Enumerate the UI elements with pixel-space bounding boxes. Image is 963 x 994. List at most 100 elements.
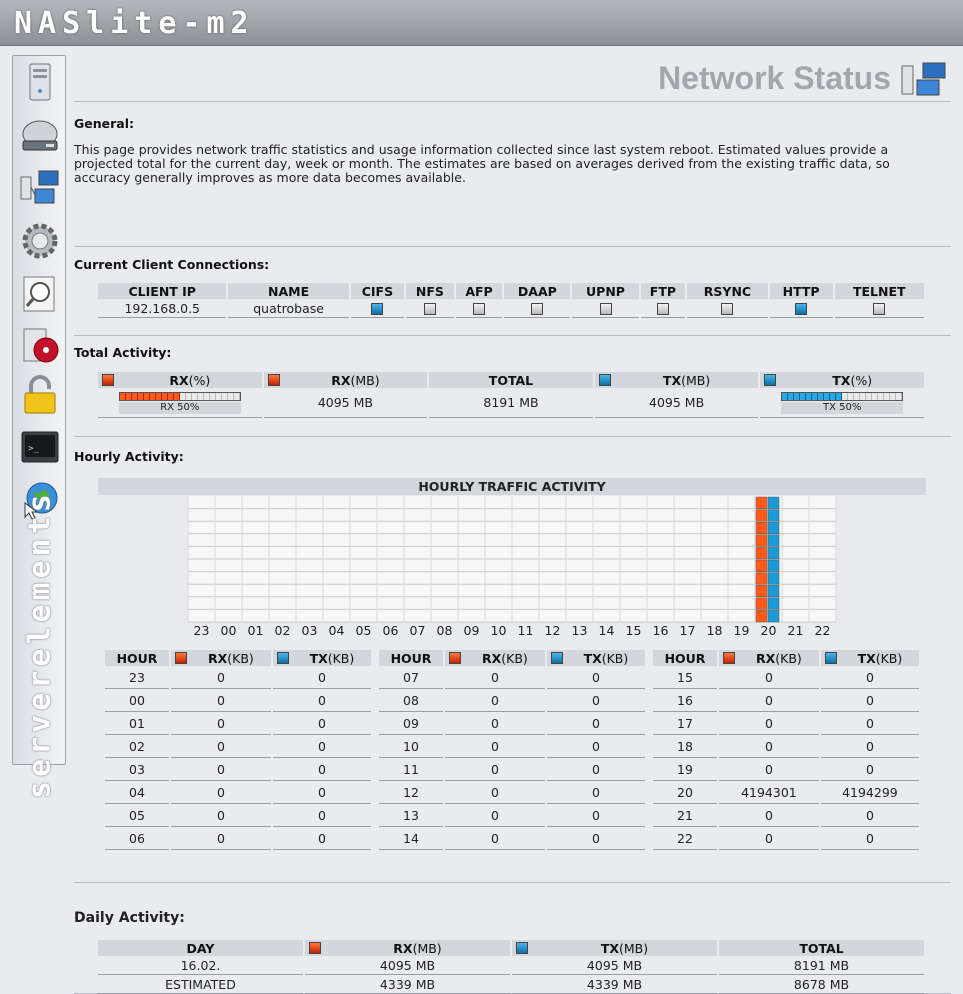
rx-cell: 0 [719,827,819,850]
tx-bar [767,521,780,535]
protocol-flag [687,299,768,318]
rx-percent-cell: RX 50% [98,388,262,418]
table-row: 05 0 0 [105,804,371,827]
padlock-icon [24,375,56,414]
total-cell: 8191 MB [719,956,924,976]
hour-cell: 21 [653,804,717,827]
table-row: 10 0 0 [379,735,645,758]
client-ip: 192.168.0.5 [98,299,227,318]
x-tick-label: 21 [788,623,804,636]
general-section: General: This page provides network traf… [74,102,951,247]
table-row: 21 0 0 [653,804,919,827]
table-row: 04 0 0 [105,781,371,804]
col-http: HTTP [769,283,833,299]
total-heading: Total Activity: [74,345,172,360]
server-icon [29,63,51,101]
rx-cell: 0 [171,781,271,804]
rx-cell: 4339 MB [305,975,510,994]
x-tick-label: 01 [248,623,264,636]
sidebar-item-security[interactable] [18,374,62,418]
sidebar-brand-text: serverelements [22,490,58,800]
col-nfs: NFS [406,283,454,299]
tx-bar [767,547,780,560]
protocol-flag [640,299,686,318]
network-computers-icon [20,170,59,204]
protocol-flag [350,299,405,318]
rx-cell: 0 [719,758,819,781]
x-tick-label: 00 [221,623,237,636]
x-tick-label: 10 [491,623,507,636]
rx-bar [755,572,768,585]
hourly-table: HOUR RX(KB) TX(KB) 23 0 0 00 0 0 01 0 0 02 0 0 03 0 0 04 0 0… [103,650,373,850]
rx-cell: 0 [171,827,271,850]
table-row: 12 0 0 [379,781,645,804]
header-rx-mb: RX(MB) [263,372,428,388]
tx-bar [767,584,780,598]
daily-activity-section: Daily Activity: DAY RX(MB) TX(MB) TOTAL … [74,883,951,994]
rx-cell: 0 [719,804,819,827]
tx-bar [767,559,780,572]
tx-legend-icon [598,373,611,386]
table-row: 22 0 0 [653,827,919,850]
status-indicator-icon [656,303,669,315]
tx-cell: 0 [820,712,919,735]
table-row: 07 0 0 [379,666,645,689]
hour-cell: 05 [105,804,169,827]
client-name: quatrobase [228,299,349,318]
rx-cell: 0 [719,689,819,712]
col-ftp: FTP [640,283,686,299]
total-cell: 8678 MB [719,975,924,994]
hour-cell: 06 [105,827,169,850]
header-hour: HOUR [653,650,717,666]
sidebar-item-install[interactable] [18,324,62,368]
table-row: 19 0 0 [653,758,919,781]
rx-cell: 0 [445,735,545,758]
sidebar-item-server[interactable] [18,60,62,104]
x-tick-label: 02 [275,623,291,636]
table-row: 17 0 0 [653,712,919,735]
table-row: 14 0 0 [379,827,645,850]
rx-cell: 0 [445,666,545,689]
sidebar-item-network[interactable] [18,166,62,210]
x-tick-label: 05 [356,623,372,636]
tx-bar [767,509,780,522]
sidebar-item-console[interactable]: >_ [18,426,62,470]
daily-heading: Daily Activity: [74,910,185,927]
tx-cell: 0 [820,735,919,758]
hourly-traffic-chart: 23 00 01 02 03 04 05 06 07 08 09 10 11 12 13 14 15 16 17 18… [187,496,837,636]
table-row: 192.168.0.5 quatrobase [98,299,924,318]
tx-cell: 4194299 [820,781,919,804]
x-tick-label: 15 [626,623,642,636]
network-computers-icon [901,62,946,96]
tx-percent-cell: TX 50% [760,388,924,418]
x-tick-label: 18 [707,623,723,636]
status-indicator-icon [423,303,436,315]
tx-cell: 0 [272,804,371,827]
connections-heading: Current Client Connections: [74,257,270,272]
sidebar-item-settings[interactable] [18,219,62,263]
hour-cell: 14 [379,827,443,850]
sidebar-item-disks[interactable] [18,114,62,158]
app-logo[interactable]: NASlite-m2 [14,6,255,41]
col-rsync: RSYNC [687,283,768,299]
table-row: 11 0 0 [379,758,645,781]
tx-cell: 0 [272,735,371,758]
hourly-chart-title: HOURLY TRAFFIC ACTIVITY [98,478,926,495]
sidebar-item-status[interactable] [18,272,62,316]
hourly-heading: Hourly Activity: [74,449,184,464]
col-afp: AFP [455,283,503,299]
hour-cell: 07 [379,666,443,689]
rx-cell: 0 [171,666,271,689]
x-tick-label: 14 [599,623,615,636]
hour-cell: 10 [379,735,443,758]
x-tick-label: 23 [194,623,210,636]
hour-cell: 04 [105,781,169,804]
col-client-ip: CLIENT IP [98,283,227,299]
tx-cell: 0 [272,689,371,712]
header-rx-percent: RX(%) [98,372,262,388]
protocol-flag [455,299,503,318]
page-title-row: Network Status [74,52,951,102]
x-tick-label: 04 [329,623,345,636]
hourly-table-grid: HOUR RX(KB) TX(KB) 07 0 0 08 0 0 09 0 0 10 0 0 11 0 0 12 0 0… [377,650,647,850]
hourly-table: HOUR RX(KB) TX(KB) 07 0 0 08 0 0 09 0 0 10 0 0 11 0 0 12 0 0… [377,650,647,850]
